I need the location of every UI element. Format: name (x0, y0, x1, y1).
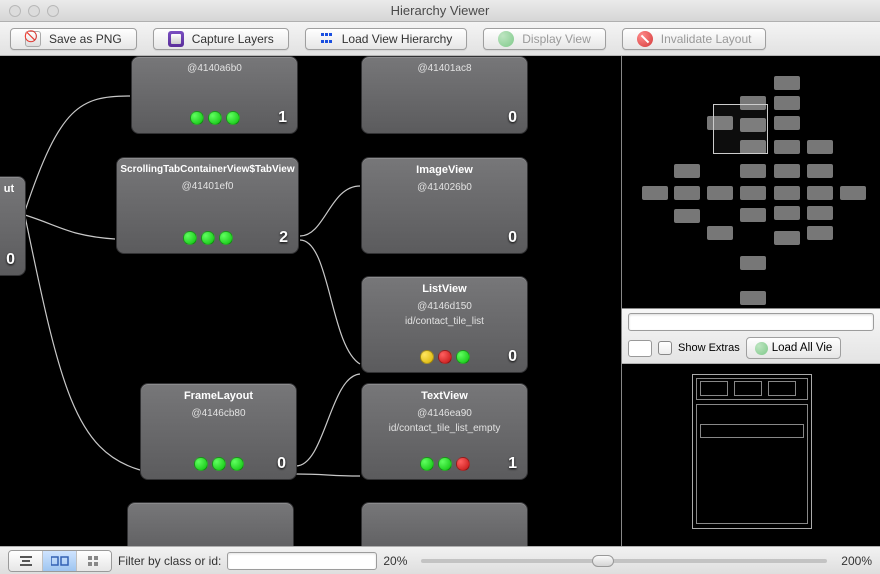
filter-input[interactable] (227, 552, 377, 570)
zoom-icon[interactable] (47, 5, 59, 17)
view-mode-3-button[interactable] (77, 551, 111, 571)
globe-icon (498, 31, 514, 47)
show-extras-checkbox[interactable] (658, 341, 672, 355)
node-frame-layout[interactable]: FrameLayout @4146cb80 0 (140, 383, 297, 480)
node-count: 2 (279, 229, 288, 247)
node-title: ListView (362, 277, 527, 295)
node-partial-bottom-2[interactable] (361, 502, 528, 546)
node-scrolling-tab-view[interactable]: ScrollingTabContainerView$TabView @41401… (116, 157, 299, 254)
node-count: 0 (508, 109, 517, 127)
invalidate-icon (637, 31, 653, 47)
right-panel: Show Extras Load All Vie (621, 56, 880, 546)
node-addr: @4140a6b0 (132, 63, 297, 74)
zoom-min-label: 20% (383, 554, 407, 568)
load-view-hierarchy-button[interactable]: Load View Hierarchy (305, 28, 468, 50)
node-id: id/contact_tile_list (362, 316, 527, 327)
view-mode-2-button[interactable] (43, 551, 77, 571)
window-title: Hierarchy Viewer (391, 3, 490, 18)
hierarchy-icon (320, 32, 334, 46)
display-view-button[interactable]: Display View (483, 28, 605, 50)
node-dots (141, 457, 296, 471)
capture-layers-button[interactable]: Capture Layers (153, 28, 289, 50)
node-count: 0 (508, 348, 517, 366)
node-dots (132, 111, 297, 125)
node-addr: @4146cb80 (141, 408, 296, 419)
display-view-label: Display View (522, 32, 590, 46)
node-title: ImageView (362, 158, 527, 176)
invalidate-layout-label: Invalidate Layout (661, 32, 752, 46)
load-hierarchy-label: Load View Hierarchy (342, 32, 453, 46)
node-41401ac8[interactable]: @41401ac8 0 (361, 56, 528, 134)
hierarchy-canvas[interactable]: ut 0 @4140a6b0 1 @41401ac8 0 ScrollingTa… (0, 56, 621, 546)
load-all-views-label: Load All Vie (772, 342, 833, 354)
node-image-view[interactable]: ImageView @414026b0 0 (361, 157, 528, 254)
view-mode-1-button[interactable] (9, 551, 43, 571)
overview-map[interactable] (622, 56, 880, 309)
layers-icon (168, 31, 184, 47)
load-all-views-button[interactable]: Load All Vie (746, 337, 842, 359)
node-text-view[interactable]: TextView @4146ea90 id/contact_tile_list_… (361, 383, 528, 480)
grid-icon (87, 555, 101, 567)
node-count: 1 (278, 109, 287, 127)
node-addr: @414026b0 (362, 182, 527, 193)
node-addr: @41401ac8 (362, 63, 527, 74)
status-bar: Filter by class or id: 20% 200% (0, 546, 880, 574)
node-addr: @41401ef0 (117, 181, 298, 192)
color-swatch[interactable] (628, 340, 652, 357)
close-icon[interactable] (9, 5, 21, 17)
toolbar: Save as PNG Capture Layers Load View Hie… (0, 22, 880, 56)
node-addr: @4146d150 (362, 301, 527, 312)
node-title: TextView (362, 384, 527, 402)
filter-input-side[interactable] (628, 313, 874, 331)
node-count: 0 (277, 455, 286, 473)
invalidate-layout-button[interactable]: Invalidate Layout (622, 28, 767, 50)
align-center-icon (19, 555, 33, 567)
node-list-view[interactable]: ListView @4146d150 id/contact_tile_list … (361, 276, 528, 373)
window-controls (0, 5, 59, 17)
filter-label: Filter by class or id: (118, 554, 221, 568)
node-dots (362, 457, 527, 471)
node-partial-bottom-1[interactable] (127, 502, 294, 546)
node-4140a6b0[interactable]: @4140a6b0 1 (131, 56, 298, 134)
minimize-icon[interactable] (28, 5, 40, 17)
node-count: 0 (6, 251, 15, 269)
layout-preview[interactable] (622, 364, 880, 546)
node-title: ScrollingTabContainerView$TabView (117, 158, 298, 175)
zoom-slider-thumb[interactable] (592, 555, 614, 567)
capture-layers-label: Capture Layers (192, 32, 274, 46)
overview-viewport[interactable] (713, 104, 768, 154)
side-controls: Show Extras Load All Vie (622, 309, 880, 364)
titlebar: Hierarchy Viewer (0, 0, 880, 22)
show-extras-label: Show Extras (678, 342, 740, 354)
node-addr: @4146ea90 (362, 408, 527, 419)
zoom-max-label: 200% (841, 554, 872, 568)
node-dots (362, 350, 527, 364)
split-icon (51, 555, 69, 567)
zoom-slider[interactable] (421, 559, 827, 563)
node-count: 0 (508, 229, 517, 247)
save-disabled-icon (25, 31, 41, 47)
globe-icon (755, 342, 768, 355)
node-partial-left[interactable]: ut 0 (0, 176, 26, 276)
save-as-png-label: Save as PNG (49, 32, 122, 46)
node-id: id/contact_tile_list_empty (362, 423, 527, 434)
node-title: FrameLayout (141, 384, 296, 402)
node-count: 1 (508, 455, 517, 473)
main-area: ut 0 @4140a6b0 1 @41401ac8 0 ScrollingTa… (0, 56, 880, 546)
node-title: ut (0, 177, 25, 195)
view-mode-segment (8, 550, 112, 572)
save-as-png-button[interactable]: Save as PNG (10, 28, 137, 50)
node-dots (117, 231, 298, 245)
